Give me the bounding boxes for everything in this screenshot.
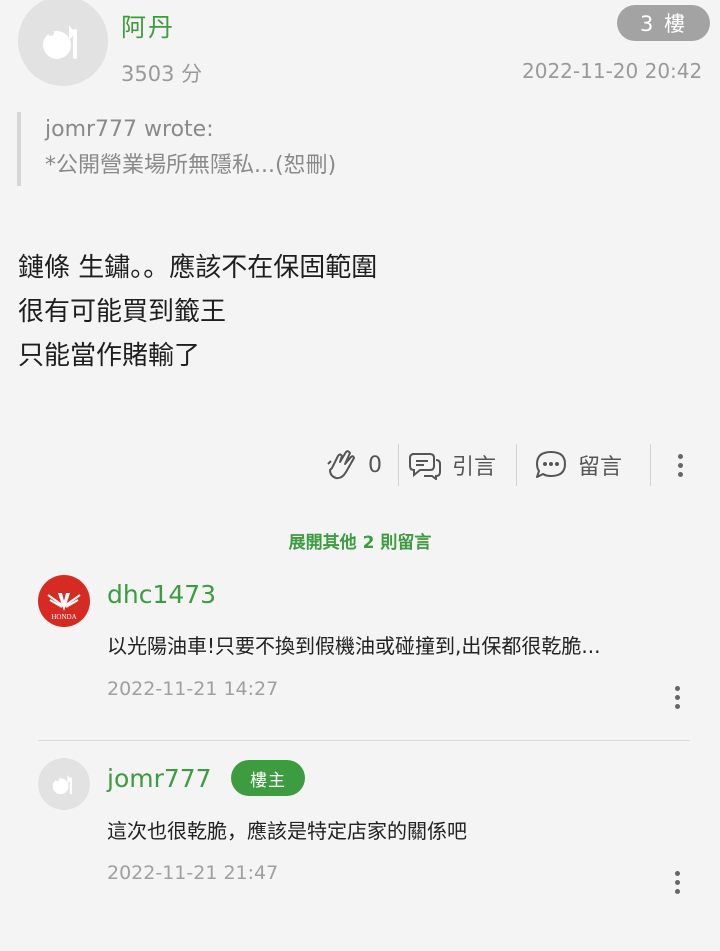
action-divider: [650, 444, 651, 486]
author-name[interactable]: 阿丹: [121, 8, 175, 44]
quote-bubbles-icon: [409, 453, 441, 480]
clap-hands-icon: [327, 450, 355, 480]
like-button[interactable]: 0: [326, 440, 382, 490]
comment-text: 這次也很乾脆，應該是特定店家的關係吧: [107, 819, 467, 843]
comment-timestamp: 2022-11-21 21:47: [107, 862, 279, 884]
comment-timestamp: 2022-11-21 14:27: [107, 678, 279, 700]
honda-logo-text: HONDA: [51, 613, 76, 621]
post-body: 鏈條 生鏽。。應該不在保固範圍 很有可能買到籤王 只能當作賭輸了: [18, 246, 377, 378]
action-divider: [398, 444, 399, 486]
op-badge: 樓主: [231, 760, 305, 796]
comment-label: 留言: [578, 455, 623, 480]
post-more-button[interactable]: [674, 440, 686, 490]
floor-badge: 3 樓: [617, 5, 710, 41]
post-timestamp: 2022-11-20 20:42: [522, 59, 703, 83]
expand-comments-link[interactable]: 展開其他 2 則留言: [0, 528, 720, 553]
author-avatar[interactable]: [18, 0, 108, 86]
comment-button[interactable]: 留言: [534, 440, 622, 490]
like-count: 0: [368, 452, 382, 478]
honda-wing-logo-icon: HONDA: [47, 593, 81, 621]
post-body-line: 鏈條 生鏽。。應該不在保固範圍: [18, 253, 378, 283]
comment-divider: [38, 740, 690, 741]
post-body-line: 只能當作賭輸了: [18, 341, 201, 371]
default-avatar-icon: [43, 25, 77, 59]
action-divider: [516, 444, 517, 486]
commenter-avatar[interactable]: [38, 758, 90, 810]
quote-label: 引言: [452, 455, 497, 480]
quote-button[interactable]: 引言: [408, 440, 496, 490]
comment-bubble-icon: [536, 451, 566, 478]
post-body-line: 很有可能買到籤王: [18, 297, 227, 327]
comment-more-button[interactable]: [671, 686, 683, 709]
quote-attribution: jomr777 wrote:: [45, 117, 214, 142]
commenter-name[interactable]: jomr777: [107, 764, 212, 793]
comment-more-button[interactable]: [671, 871, 683, 894]
author-score: 3503 分: [121, 62, 203, 86]
comment-text: 以光陽油車!只要不換到假機油或碰撞到,出保都很乾脆...: [107, 634, 601, 658]
quote-block: jomr777 wrote: *公開營業場所無隱私...(恕刪): [17, 112, 577, 186]
quote-text: *公開營業場所無隱私...(恕刪): [45, 153, 337, 178]
default-avatar-icon: [52, 774, 72, 795]
action-bar: 0 引言 留言: [0, 440, 720, 490]
commenter-name[interactable]: dhc1473: [107, 580, 216, 609]
commenter-avatar[interactable]: HONDA: [38, 575, 90, 627]
